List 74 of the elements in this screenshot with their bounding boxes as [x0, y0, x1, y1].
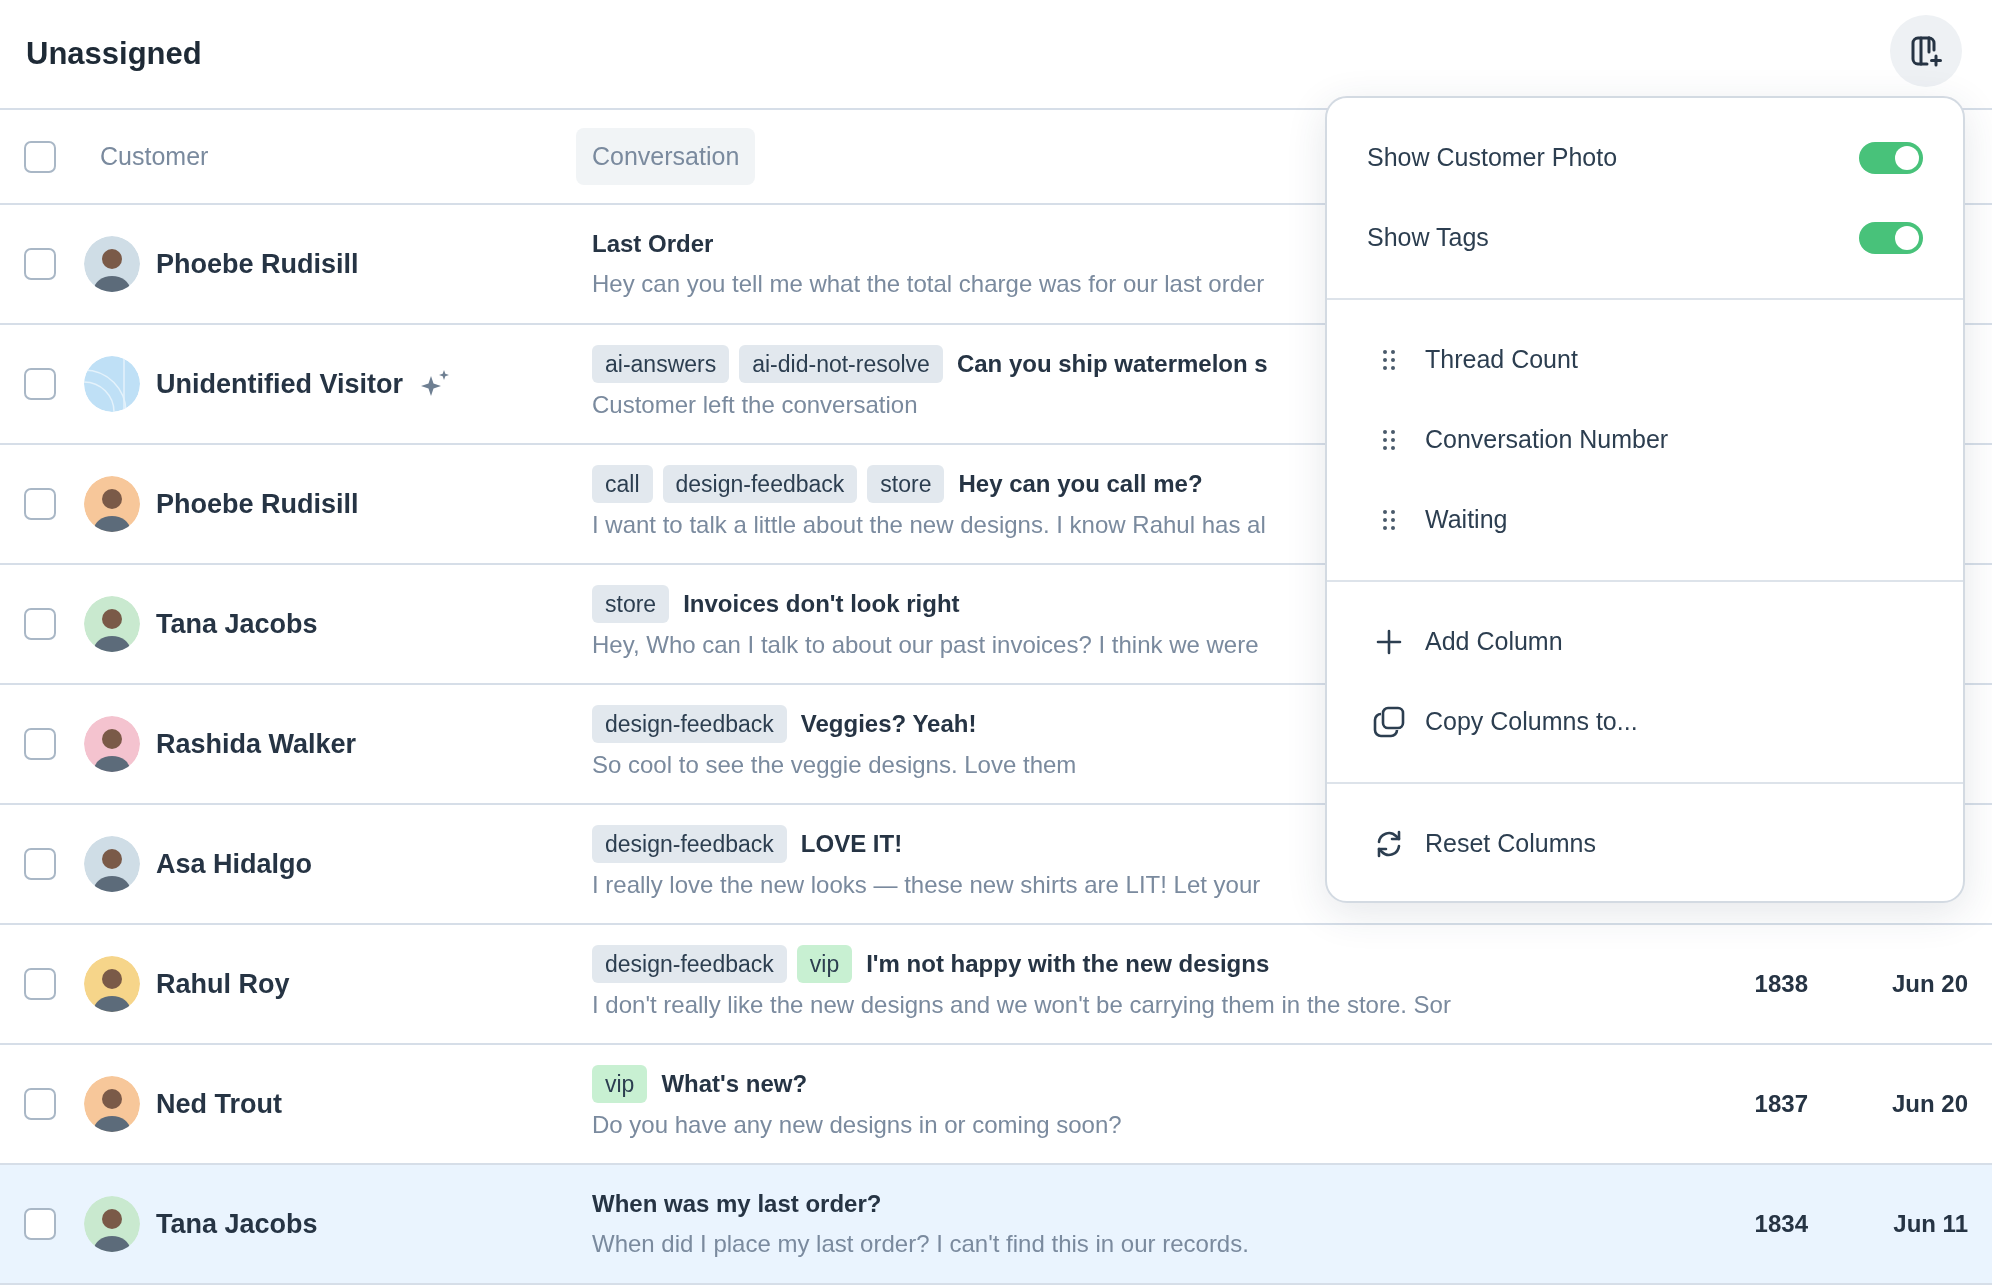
tag: design-feedback [592, 944, 787, 984]
conversation-number: 1837 [1753, 1089, 1808, 1119]
drag-handle-icon[interactable] [1382, 349, 1396, 371]
conversation-subject: LOVE IT! [800, 829, 903, 859]
conversation-number: 1838 [1753, 969, 1808, 999]
toggle-label: Show Tags [1367, 222, 1489, 254]
waiting-date: Jun 20 [1890, 1089, 1969, 1119]
customer-name: Asa Hidalgo [156, 847, 313, 881]
row-checkbox[interactable] [24, 488, 56, 520]
conversation-preview: I want to talk a little about the new designs. I know Rahul has al [592, 510, 1266, 541]
conversation-preview: Hey can you tell me what the total charge was for our last order [592, 269, 1265, 299]
conversation-preview: I don't really like the new designs and we won't be carrying them in the store. Sor [592, 990, 1451, 1021]
row-checkbox[interactable] [24, 1088, 56, 1120]
page-title: Unassigned [26, 34, 202, 73]
drag-handle-icon[interactable] [1382, 429, 1396, 451]
table-row[interactable]: Tana Jacobs When was my last order? When did I place my last order? I can't find this in our records. 1834 Jun 11 [0, 1165, 1992, 1285]
menu-item[interactable]: Copy Columns to... [1327, 682, 1963, 762]
conversation-subject: Invoices don't look right [683, 589, 960, 619]
waiting-date: Jun 11 [1892, 1209, 1969, 1239]
tag: vip [592, 1064, 648, 1104]
tag: ai-answers [592, 344, 730, 384]
row-checkbox[interactable] [24, 848, 56, 880]
customer-name: Rahul Roy [156, 967, 290, 1001]
column-option[interactable]: Waiting [1425, 501, 1508, 539]
tag: design-feedback [592, 824, 787, 864]
row-checkbox[interactable] [24, 1208, 56, 1240]
table-row[interactable]: Rahul Roy design-feedback vip I'm not happy with the new designs I don't really like the new designs and we won't be carrying them in the store. Sor 1838 Jun 20 [0, 925, 1992, 1045]
row-checkbox[interactable] [24, 248, 56, 280]
row-checkbox[interactable] [24, 368, 56, 400]
menu-item[interactable]: Reset Columns [1327, 804, 1963, 884]
tag: vip [796, 944, 853, 984]
conversation-subject: Veggies? Yeah! [800, 709, 977, 739]
column-option[interactable]: Thread Count [1425, 341, 1578, 379]
customer-name: Phoebe Rudisill [156, 487, 359, 521]
menu-item[interactable]: Add Column [1327, 602, 1963, 682]
customer-name: Ned Trout [156, 1087, 282, 1121]
conversation-preview: Customer left the conversation [592, 390, 918, 421]
tag: design-feedback [592, 704, 787, 744]
customer-name: Tana Jacobs [156, 607, 318, 641]
toggle-switch[interactable] [1859, 142, 1923, 174]
row-checkbox[interactable] [24, 728, 56, 760]
tag: design-feedback [662, 464, 858, 504]
conversation-preview: So cool to see the veggie designs. Love them [592, 750, 1077, 781]
conversation-subject: I'm not happy with the new designs [866, 949, 1270, 979]
customer-name: Unidentified Visitor [156, 367, 404, 401]
select-all-checkbox[interactable] [24, 140, 56, 173]
tag: store [592, 584, 670, 624]
conversation-preview: Hey, Who can I talk to about our past invoices? I think we were [592, 630, 1259, 661]
conversation-subject: Last Order [592, 229, 714, 259]
drag-handle-icon[interactable] [1382, 509, 1396, 531]
conversation-subject: When was my last order? [592, 1189, 882, 1219]
copy-icon [1373, 706, 1405, 738]
conversation-preview: I really love the new looks — these new shirts are LIT! Let your [592, 870, 1261, 901]
customer-name: Rashida Walker [156, 727, 357, 761]
column-header[interactable]: Customer [84, 127, 225, 186]
conversation-subject: What's new? [661, 1069, 808, 1099]
toggle-label: Show Customer Photo [1367, 142, 1618, 174]
tag: ai-did-not-resolve [739, 344, 943, 384]
reset-icon [1375, 829, 1403, 859]
customer-name: Tana Jacobs [156, 1207, 318, 1241]
conversation-subject: Hey can you call me? [958, 469, 1203, 499]
conversation-preview: Do you have any new designs in or coming soon? [592, 1110, 1122, 1141]
plus-icon [1376, 629, 1402, 655]
conversation-preview: When did I place my last order? I can't find this in our records. [592, 1229, 1249, 1259]
waiting-date: Jun 20 [1890, 969, 1969, 999]
toggle-switch[interactable] [1859, 222, 1923, 254]
customer-name: Phoebe Rudisill [156, 247, 359, 281]
row-checkbox[interactable] [24, 968, 56, 1000]
row-checkbox[interactable] [24, 608, 56, 640]
tag: store [867, 464, 945, 504]
conversation-number: 1834 [1753, 1209, 1808, 1239]
tag: call [592, 464, 653, 504]
columns-icon [1909, 34, 1943, 68]
conversation-subject: Can you ship watermelon s [956, 349, 1268, 379]
